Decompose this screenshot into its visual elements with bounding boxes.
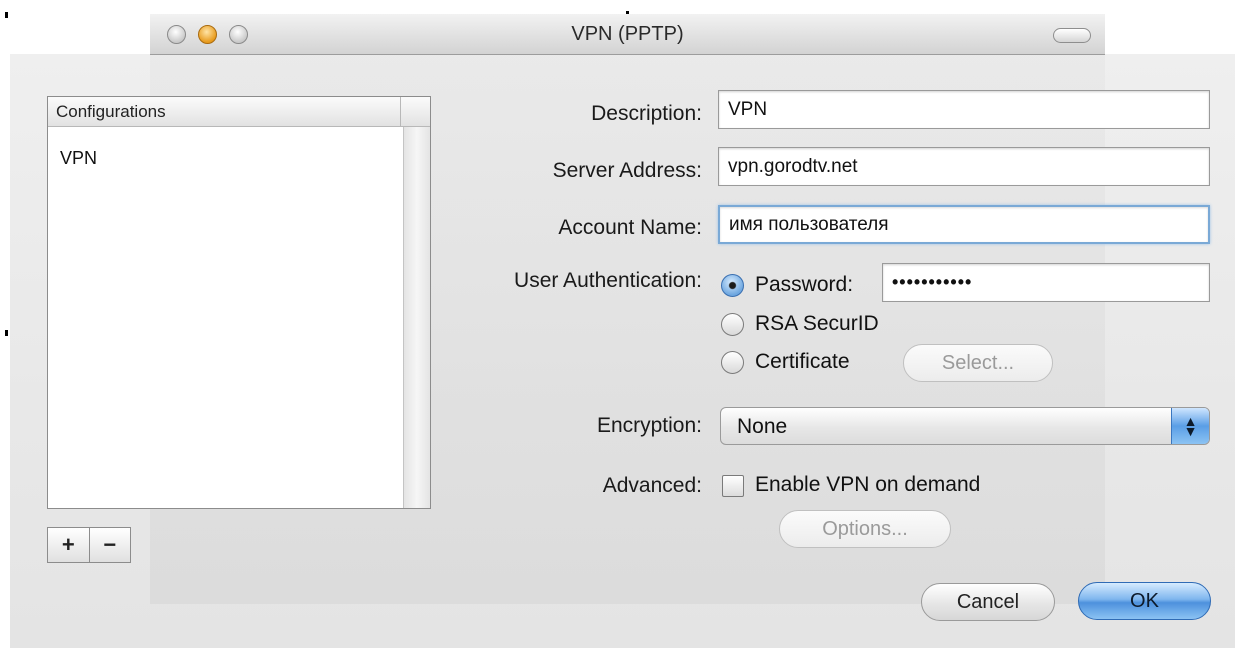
user-authentication-label: User Authentication: <box>514 269 702 292</box>
password-field[interactable]: ••••••••••• <box>882 263 1210 302</box>
scan-mark <box>5 330 8 336</box>
encryption-popup[interactable]: None ▲ ▼ <box>720 407 1210 445</box>
list-scrollbar[interactable] <box>403 127 430 508</box>
window-title: VPN (PPTP) <box>571 23 684 45</box>
rsa-securid-radio[interactable] <box>721 313 744 336</box>
add-remove-control: + − <box>47 527 131 563</box>
certificate-radio-label[interactable]: Certificate <box>755 350 850 374</box>
advanced-label: Advanced: <box>602 474 702 497</box>
certificate-radio[interactable] <box>721 351 744 374</box>
ok-button[interactable]: OK <box>1078 582 1211 620</box>
password-radio-label[interactable]: Password: <box>755 273 853 297</box>
account-name-label: Account Name: <box>558 216 702 239</box>
window-titlebar: VPN (PPTP) <box>150 14 1105 55</box>
popup-arrows-icon: ▲ ▼ <box>1171 408 1209 444</box>
vpn-on-demand-label[interactable]: Enable VPN on demand <box>755 473 980 497</box>
scan-mark <box>5 12 8 18</box>
remove-configuration-button[interactable]: − <box>88 528 131 562</box>
rsa-securid-radio-label[interactable]: RSA SecurID <box>755 312 879 336</box>
options-button[interactable]: Options... <box>779 510 951 548</box>
description-field[interactable]: VPN <box>718 90 1210 129</box>
server-address-field[interactable]: vpn.gorodtv.net <box>718 147 1210 186</box>
description-label: Description: <box>591 102 702 125</box>
server-address-label: Server Address: <box>552 159 702 182</box>
add-configuration-button[interactable]: + <box>48 528 89 562</box>
vpn-on-demand-checkbox[interactable] <box>722 475 744 497</box>
configurations-header-label: Configurations <box>56 102 166 121</box>
configurations-list[interactable]: Configurations VPN <box>47 96 431 509</box>
encryption-label: Encryption: <box>596 414 702 437</box>
select-certificate-button[interactable]: Select... <box>903 344 1053 382</box>
list-item[interactable]: VPN <box>60 148 97 169</box>
account-name-field[interactable]: имя пользователя <box>718 205 1210 244</box>
toolbar-toggle-button[interactable] <box>1053 28 1091 43</box>
encryption-value: None <box>737 415 788 438</box>
password-radio[interactable] <box>721 274 744 297</box>
cancel-button[interactable]: Cancel <box>921 583 1055 621</box>
